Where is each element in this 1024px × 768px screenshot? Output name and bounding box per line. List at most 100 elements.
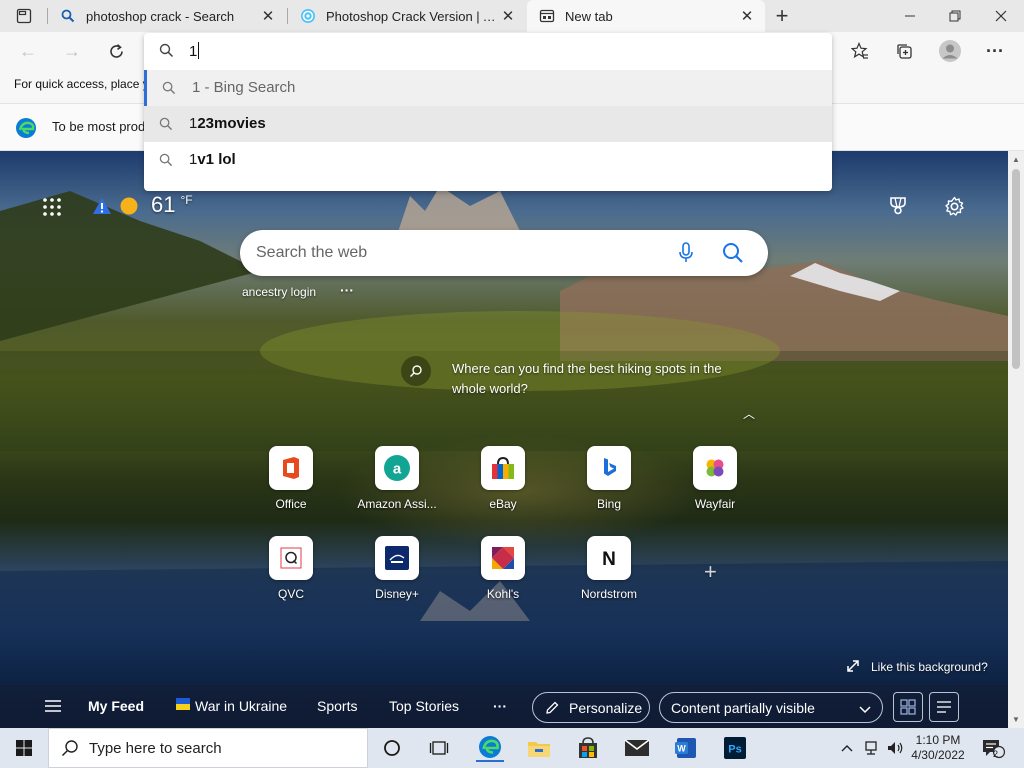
search-icon	[61, 739, 79, 760]
profile-avatar-icon[interactable]	[936, 37, 964, 65]
suggestion-123movies[interactable]: 123movies	[144, 106, 832, 142]
quick-link-bing[interactable]: Bing	[564, 446, 654, 511]
collections-icon[interactable]	[890, 37, 918, 65]
weather-alert-icon[interactable]	[92, 197, 112, 218]
tab-title: photoshop crack - Search	[86, 8, 235, 24]
refresh-icon[interactable]	[102, 37, 130, 65]
quick-link-disney[interactable]: Disney+	[352, 536, 442, 601]
windows-start-icon[interactable]	[10, 734, 38, 762]
suggestion-bing-search[interactable]: 1 - Bing Search	[144, 70, 832, 106]
list-layout-icon[interactable]	[929, 692, 959, 722]
quick-link-office[interactable]: Office	[246, 446, 336, 511]
feed-tab-my-feed[interactable]: My Feed	[88, 698, 144, 714]
hamburger-menu-icon[interactable]	[44, 699, 62, 716]
cortana-icon[interactable]	[378, 734, 406, 762]
system-clock[interactable]: 1:10 PM 4/30/2022	[906, 728, 970, 768]
microphone-icon[interactable]	[678, 242, 694, 267]
like-background-link[interactable]: Like this background?	[871, 660, 988, 674]
file-explorer-icon[interactable]	[525, 734, 553, 762]
quick-link-label: Nordstrom	[580, 587, 637, 601]
scrollbar-thumb[interactable]	[1012, 169, 1020, 369]
content-visibility-dropdown[interactable]: Content partially visible	[659, 692, 883, 723]
page-settings-gear-icon[interactable]	[944, 196, 965, 220]
photoshop-icon[interactable]: Ps	[721, 734, 749, 762]
office-icon	[269, 446, 313, 490]
weather-temperature[interactable]: 61 °F	[151, 192, 193, 218]
tab-title: New tab	[565, 8, 613, 24]
task-view-icon[interactable]	[425, 734, 453, 762]
chevron-up-icon[interactable]: ︿	[743, 405, 755, 422]
search-icon	[162, 81, 176, 99]
address-bar-value: 1	[189, 42, 200, 60]
site-icon	[300, 8, 316, 24]
quick-link-kohls[interactable]: Kohl's	[458, 536, 548, 601]
taskbar-search-box[interactable]: Type here to search	[48, 728, 368, 768]
close-tab-icon[interactable]: ✕	[260, 8, 276, 25]
quick-link-label: Bing	[596, 497, 622, 511]
rewards-icon[interactable]	[888, 196, 908, 219]
mail-icon[interactable]	[623, 734, 651, 762]
notifications-icon[interactable]: 2	[978, 728, 1008, 768]
close-tab-icon[interactable]: ✕	[500, 8, 516, 25]
feed-navigation-bar: My Feed War in Ukraine Sports Top Storie…	[0, 685, 1008, 728]
tab-strip: photoshop crack - Search ✕ Photoshop Cra…	[0, 0, 1024, 32]
feed-tab-war-in-ukraine[interactable]: War in Ukraine	[195, 698, 287, 714]
feed-tab-top-stories[interactable]: Top Stories	[389, 698, 459, 714]
personalize-button[interactable]: Personalize	[532, 692, 650, 723]
newtab-page-icon	[539, 8, 555, 24]
quick-link-nordstrom[interactable]: N Nordstrom	[564, 536, 654, 601]
tab-new-tab[interactable]: New tab ✕	[527, 0, 765, 32]
grid-layout-icon[interactable]	[893, 692, 923, 722]
quick-link-amazon[interactable]: a Amazon Assi...	[352, 446, 442, 511]
close-tab-icon[interactable]: ✕	[739, 8, 755, 25]
web-search-box[interactable]: Search the web	[240, 230, 768, 276]
address-bar-input[interactable]: 1	[144, 33, 832, 69]
edge-taskbar-icon[interactable]	[476, 734, 504, 762]
feed-tab-sports[interactable]: Sports	[317, 698, 357, 714]
back-arrow-icon[interactable]: ←	[14, 37, 42, 65]
quick-link-label: Disney+	[375, 587, 419, 601]
personalize-label: Personalize	[569, 700, 643, 716]
svg-text:N: N	[602, 549, 616, 569]
restore-icon[interactable]	[932, 0, 978, 32]
bing-icon	[587, 446, 631, 490]
settings-more-icon[interactable]: ···	[981, 37, 1009, 65]
weather-sun-icon[interactable]	[119, 196, 139, 219]
wayfair-icon	[693, 446, 737, 490]
quick-link-qvc[interactable]: QVC	[246, 536, 336, 601]
notification-count-badge: 2	[993, 749, 999, 759]
word-icon[interactable]: W	[672, 734, 700, 762]
favorites-star-icon[interactable]	[846, 37, 874, 65]
tab-photoshop-crack-version[interactable]: Photoshop Crack Version | Adob ✕	[288, 0, 526, 32]
add-quick-link-icon[interactable]: +	[704, 559, 717, 585]
trending-search-link[interactable]: ancestry login	[242, 285, 316, 299]
tray-overflow-chevron-icon[interactable]	[838, 728, 856, 768]
quick-link-label: QVC	[277, 587, 304, 601]
tab-actions-menu-icon[interactable]	[8, 6, 40, 26]
web-search-placeholder: Search the web	[256, 244, 368, 261]
scroll-up-arrow-icon[interactable]: ▲	[1012, 155, 1020, 164]
trending-more-icon[interactable]: ···	[340, 282, 354, 298]
network-icon[interactable]	[860, 728, 882, 768]
amazon-icon: a	[375, 446, 419, 490]
minimize-icon[interactable]	[887, 0, 933, 32]
expand-arrows-icon[interactable]	[846, 659, 860, 676]
quick-link-wayfair[interactable]: Wayfair	[670, 446, 760, 511]
close-window-icon[interactable]	[978, 0, 1024, 32]
scroll-down-arrow-icon[interactable]: ▼	[1012, 715, 1020, 724]
forward-arrow-icon[interactable]: →	[58, 37, 86, 65]
volume-icon[interactable]	[884, 728, 906, 768]
info-bar-text: To be most prod	[52, 119, 146, 134]
suggestion-1v1-lol[interactable]: 1v1 lol	[144, 142, 832, 178]
quick-link-ebay[interactable]: eBay	[458, 446, 548, 511]
new-tab-button[interactable]: +	[770, 3, 794, 28]
microsoft-store-icon[interactable]	[574, 734, 602, 762]
windows-taskbar: Type here to search W Ps 1:10 PM 4/30/20…	[0, 728, 1024, 768]
page-scrollbar[interactable]: ▲ ▼	[1008, 151, 1024, 728]
search-icon[interactable]	[722, 242, 744, 267]
feed-more-icon[interactable]: ···	[493, 698, 507, 714]
tab-photoshop-search[interactable]: photoshop crack - Search ✕	[48, 0, 286, 32]
apps-launcher-icon[interactable]	[42, 197, 62, 220]
image-search-icon[interactable]	[401, 356, 431, 386]
background-info-caption[interactable]: Where can you find the best hiking spots…	[452, 359, 722, 399]
